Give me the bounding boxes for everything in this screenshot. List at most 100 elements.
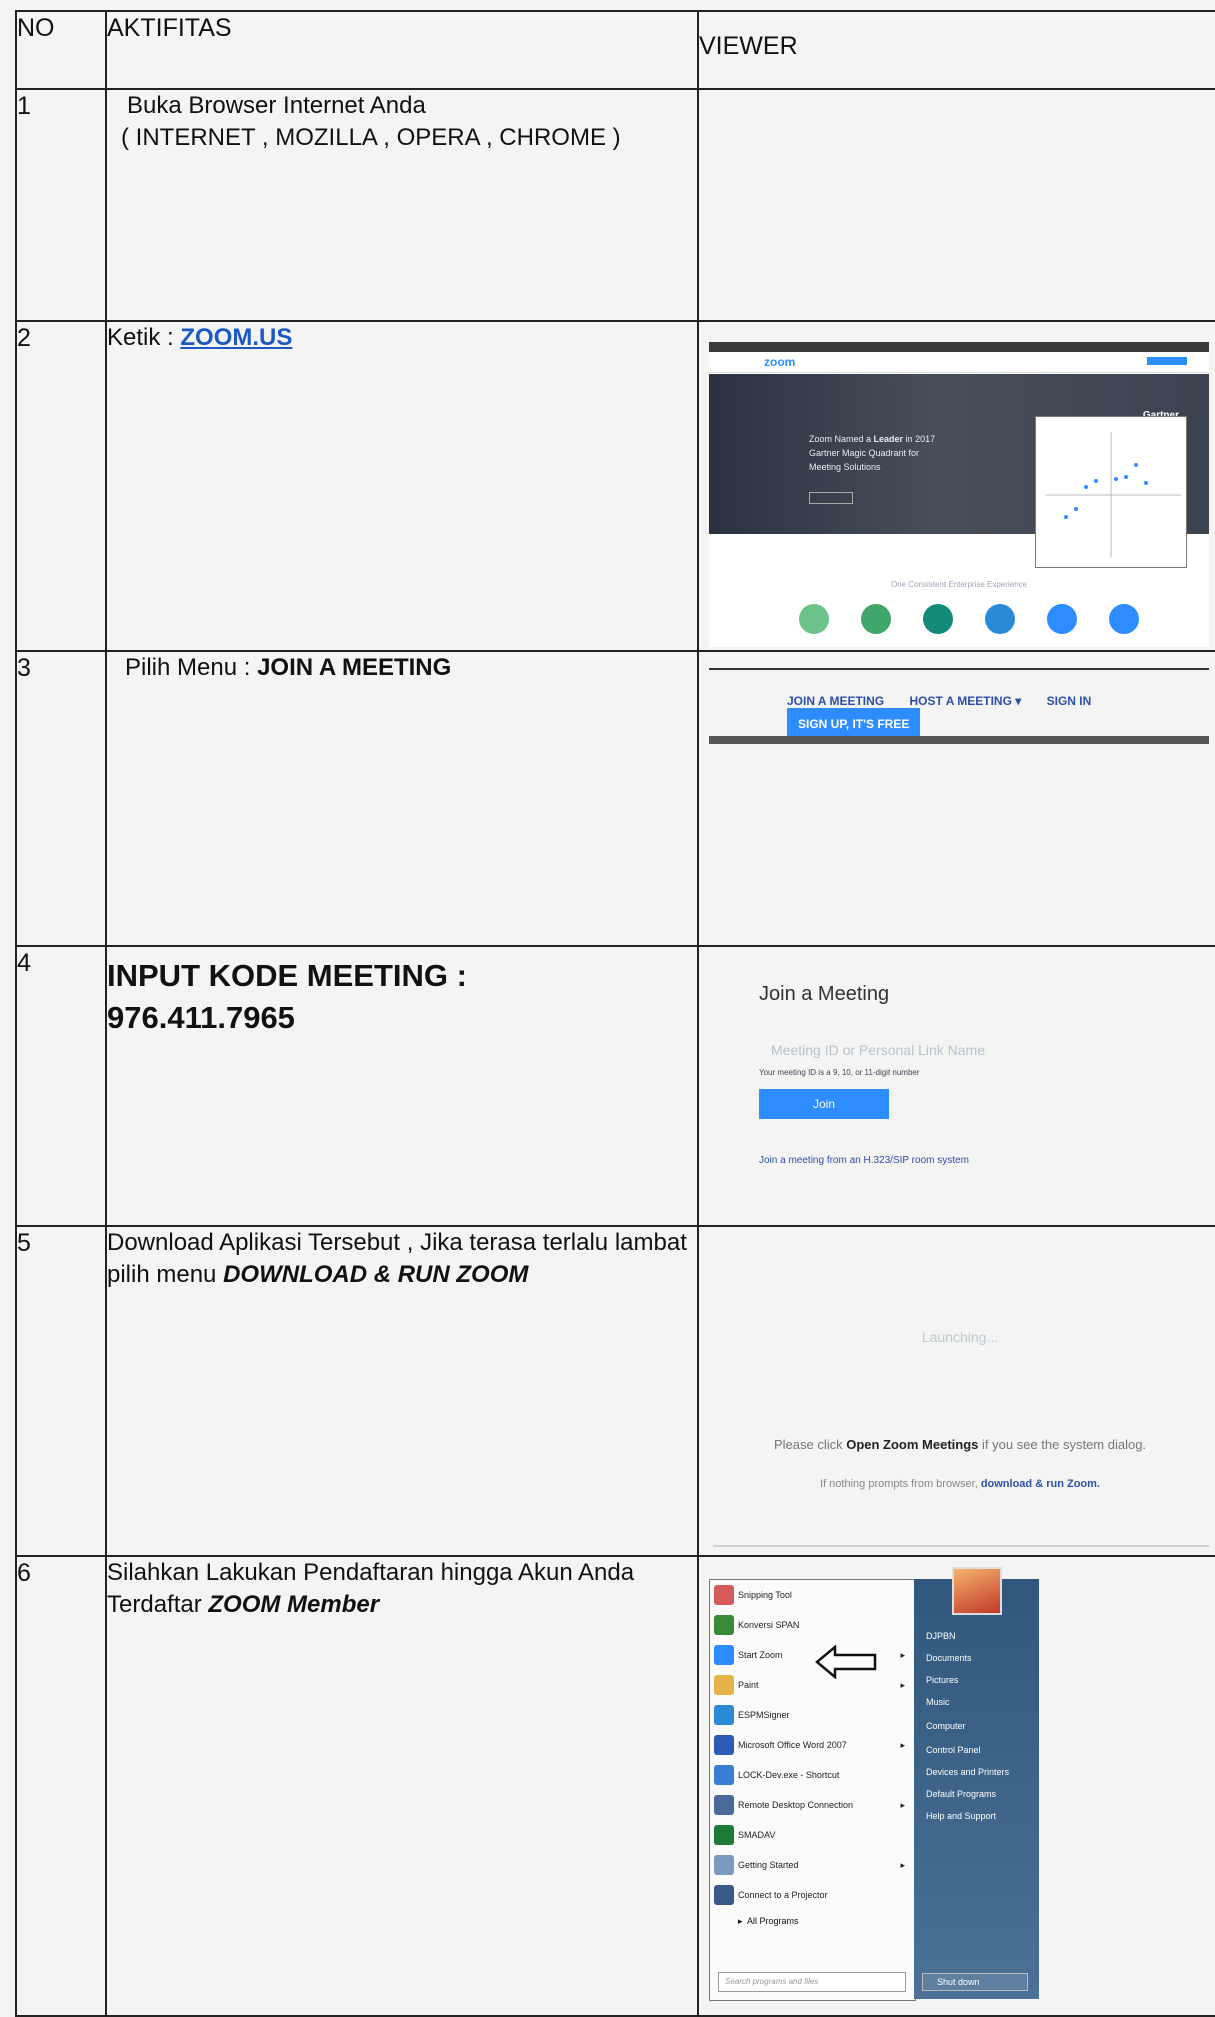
download-run-link[interactable]: download & run Zoom. <box>981 1478 1100 1490</box>
start-menu-item[interactable]: LOCK-Dev.exe - Shortcut <box>710 1760 915 1790</box>
start-menu-item[interactable]: Start Zoom ▸ <box>710 1640 915 1670</box>
start-menu-item[interactable]: SMADAV <box>710 1820 915 1850</box>
start-menu-place[interactable]: Devices and Printers <box>926 1767 1009 1777</box>
row-number: 1 <box>15 88 107 322</box>
start-menu-place[interactable]: Help and Support <box>926 1811 996 1821</box>
search-programs-input[interactable]: Search programs and files <box>718 1972 906 1992</box>
viewer-cell: zoom Zoom Named a Leader in 2017 Gartner… <box>697 320 1215 652</box>
viewer-cell: Snipping Tool Konversi SPAN Start Zoom ▸ Pai… <box>697 1555 1215 2017</box>
document-page: NO AKTIFITAS VIEWER 1 Buka Browser Inter… <box>0 0 1215 2017</box>
start-menu-item[interactable]: ESPMSigner <box>710 1700 915 1730</box>
hero-banner: Zoom Named a Leader in 2017 Gartner Magi… <box>709 374 1209 568</box>
header-no: NO <box>15 10 107 90</box>
start-menu-item-label: ESPMSigner <box>738 1710 790 1720</box>
magic-quadrant-chart <box>1035 416 1187 568</box>
zoom-url-link[interactable]: ZOOM.US <box>180 324 292 351</box>
shutdown-button[interactable]: Shut down <box>922 1973 1028 1991</box>
meeting-id-hint: Your meeting ID is a 9, 10, or 11-digit … <box>759 1068 920 1077</box>
zoom-menu-screenshot: JOIN A MEETING HOST A MEETING ▾ SIGN IN … <box>709 668 1209 748</box>
row-1: 1 Buka Browser Internet Anda ( INTERNET … <box>15 88 1215 322</box>
signup-button-small <box>1147 357 1187 365</box>
start-menu-item-label: Connect to a Projector <box>738 1890 828 1900</box>
start-menu-place[interactable]: Music <box>926 1697 950 1707</box>
user-picture <box>952 1567 1002 1615</box>
rooms-icon <box>923 604 953 634</box>
start-menu-item-label: Getting Started <box>738 1860 799 1870</box>
start-menu-places: DJPBN Documents Pictures Music Computer Contr… <box>914 1567 1039 1999</box>
row-3: 3 Pilih Menu : JOIN A MEETING JOIN A MEE… <box>15 650 1215 947</box>
program-icon <box>714 1615 734 1635</box>
h323-link[interactable]: Join a meeting from an H.323/SIP room sy… <box>759 1155 985 1166</box>
start-menu-place[interactable]: Computer <box>926 1721 966 1731</box>
phone-icon <box>985 604 1015 634</box>
program-icon <box>714 1585 734 1605</box>
subtitle: One Consistent Enterprise Experience <box>890 580 1028 589</box>
meeting-code-label: INPUT KODE MEETING : <box>107 958 467 993</box>
submenu-arrow-icon: ▸ <box>900 1860 905 1870</box>
row-number: 2 <box>15 320 107 652</box>
activity-line: ( INTERNET , MOZILLA , OPERA , CHROME ) <box>121 124 621 151</box>
download-instruction: If nothing prompts from browser, downloa… <box>820 1478 1100 1490</box>
start-menu-item-label: Start Zoom <box>738 1650 783 1660</box>
launching-text: Launching... <box>921 1329 999 1345</box>
row-2: 2 Ketik : ZOOM.US zoom Zoom Named a Lead… <box>15 320 1215 652</box>
program-icon <box>714 1735 734 1755</box>
submenu-arrow-icon: ▸ <box>900 1680 905 1690</box>
activity-cell: Buka Browser Internet Anda ( INTERNET , … <box>105 88 699 322</box>
row-5: 5 Download Aplikasi Tersebut , Jika tera… <box>15 1225 1215 1557</box>
program-icon <box>714 1765 734 1785</box>
program-icon <box>714 1645 734 1665</box>
start-menu-item-label: SMADAV <box>738 1830 776 1840</box>
start-menu-item[interactable]: Remote Desktop Connection ▸ <box>710 1790 915 1820</box>
start-menu-item[interactable]: Connect to a Projector <box>710 1880 915 1910</box>
activity-emph: ZOOM Member <box>208 1591 380 1618</box>
row-6: 6 Silahkan Lakukan Pendaftaran hingga Ak… <box>15 1555 1215 2017</box>
meeting-id-input[interactable]: Meeting ID or Personal Link Name <box>771 1042 985 1058</box>
start-menu-screenshot: Snipping Tool Konversi SPAN Start Zoom ▸ Pai… <box>709 1567 1039 2001</box>
start-menu-place[interactable]: DJPBN <box>926 1631 956 1641</box>
sign-in-link[interactable]: SIGN IN <box>1047 694 1092 708</box>
start-menu-item[interactable]: Paint ▸ <box>710 1670 915 1700</box>
start-menu-item-label: Remote Desktop Connection <box>738 1800 854 1810</box>
start-menu-item[interactable]: Snipping Tool <box>710 1580 915 1610</box>
instruction-table: NO AKTIFITAS VIEWER 1 Buka Browser Inter… <box>15 10 1215 2017</box>
submenu-arrow-icon: ▸ <box>900 1650 905 1660</box>
start-menu-item-label: Paint <box>738 1680 759 1690</box>
start-menu-programs: Snipping Tool Konversi SPAN Start Zoom ▸ Pai… <box>709 1579 916 2001</box>
activity-cell: INPUT KODE MEETING : 976.411.7965 <box>105 945 699 1227</box>
row-4: 4 INPUT KODE MEETING : 976.411.7965 Join… <box>15 945 1215 1227</box>
chat-icon <box>1047 604 1077 634</box>
open-zoom-instruction: Please click Open Zoom Meetings if you s… <box>773 1437 1147 1452</box>
host-meeting-link[interactable]: HOST A MEETING ▾ <box>909 694 1021 708</box>
start-menu-item[interactable]: Microsoft Office Word 2007 ▸ <box>710 1730 915 1760</box>
viewer-cell: Launching... Please click Open Zoom Meet… <box>697 1225 1215 1557</box>
program-icon <box>714 1795 734 1815</box>
start-menu-item[interactable]: Konversi SPAN <box>710 1610 915 1640</box>
browser-bar <box>709 342 1209 352</box>
start-menu-place[interactable]: Pictures <box>926 1675 959 1685</box>
all-programs[interactable]: ▸ All Programs <box>710 1910 915 1932</box>
viewer-cell-empty <box>697 88 1215 322</box>
join-title: Join a Meeting <box>759 983 890 1005</box>
viewer-cell: JOIN A MEETING HOST A MEETING ▾ SIGN IN … <box>697 650 1215 947</box>
activity-line: Buka Browser Internet Anda <box>127 92 426 119</box>
join-meeting-link[interactable]: JOIN A MEETING <box>787 694 884 708</box>
program-icon <box>714 1675 734 1695</box>
activity-prefix: Pilih Menu : <box>125 654 251 681</box>
activity-cell: Ketik : ZOOM.US <box>105 320 699 652</box>
developer-icon <box>1109 604 1139 634</box>
start-menu-place[interactable]: Default Programs <box>926 1789 996 1799</box>
program-icon <box>714 1855 734 1875</box>
activity-bold: JOIN A MEETING <box>257 654 452 681</box>
submenu-arrow-icon: ▸ <box>900 1740 905 1750</box>
row-number: 5 <box>15 1225 107 1557</box>
zoom-nav: zoom <box>709 352 1209 373</box>
start-menu-place[interactable]: Documents <box>926 1653 972 1663</box>
start-menu-place[interactable]: Control Panel <box>926 1745 981 1755</box>
header-viewer: VIEWER <box>697 10 1215 90</box>
start-menu-item-label: Konversi SPAN <box>738 1620 800 1630</box>
start-menu-item[interactable]: Getting Started ▸ <box>710 1850 915 1880</box>
submenu-arrow-icon: ▸ <box>900 1800 905 1810</box>
join-button[interactable]: Join <box>759 1089 889 1119</box>
header-activity: AKTIFITAS <box>105 10 699 90</box>
